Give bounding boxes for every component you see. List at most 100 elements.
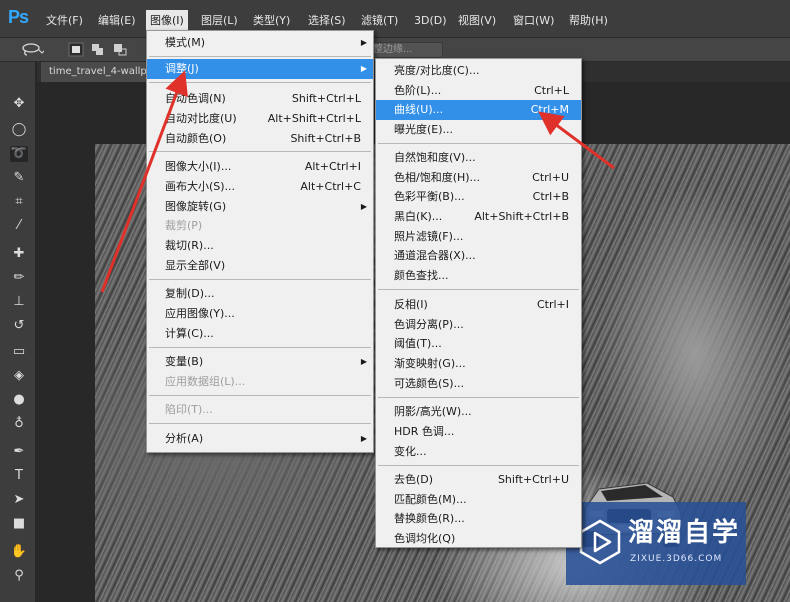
brush-tool-icon[interactable]: ✏ [10,270,28,286]
menu-divider [149,151,371,152]
lasso-tool-icon[interactable]: ➰ [10,146,28,162]
menu-help[interactable]: 帮助(H) [569,12,608,30]
adjust-hdr-toning[interactable]: HDR 色调... [376,422,581,442]
menu-divider [149,279,371,280]
watermark: 溜溜自学 ZIXUE.3D66.COM [566,502,746,585]
image-menu-crop: 裁剪(P) [165,219,203,232]
menu-divider [149,56,371,57]
image-menu-adjustments[interactable]: 调整(J) ▶ [147,59,373,79]
menu-view[interactable]: 视图(V) [458,12,496,30]
image-menu-image-size[interactable]: 图像大小(I)... Alt+Ctrl+I [147,157,373,177]
toolbox: ✥ ◯ ➰ ✎ ⌗ ⁄ ✚ ✏ ⊥ ↺ ▭ ◈ ● ♁ ✒ T ➤ ■ ✋ ⚲ [0,62,36,602]
adjust-selective-color[interactable]: 可选颜色(S)... [376,374,581,394]
adjust-posterize[interactable]: 色调分离(P)... [376,315,581,335]
eraser-tool-icon[interactable]: ▭ [10,344,28,360]
path-select-tool-icon[interactable]: ➤ [10,492,28,508]
image-menu-dropdown: 模式(M) ▶ 调整(J) ▶ 自动色调(N) Shift+Ctrl+L 自动对比度(… [146,30,374,453]
paint-bucket-tool-icon[interactable]: ◈ [10,368,28,384]
healing-brush-tool-icon[interactable]: ✚ [10,246,28,262]
adjust-color-balance[interactable]: 色彩平衡(B)... Ctrl+B [376,187,581,207]
hand-tool-icon[interactable]: ✋ [10,544,28,560]
new-selection-icon[interactable] [68,42,84,57]
blur-tool-icon[interactable]: ● [10,392,28,408]
lasso-icon[interactable] [20,42,44,57]
adjust-shadows-highlights[interactable]: 阴影/高光(W)... [376,402,581,422]
image-menu-auto-contrast[interactable]: 自动对比度(U) Alt+Shift+Ctrl+L [147,109,373,129]
play-logo-icon [579,519,621,565]
image-menu-auto-tone[interactable]: 自动色调(N) Shift+Ctrl+L [147,89,373,109]
image-menu-apply-data-set: 应用数据组(L)... [165,375,246,388]
type-tool-icon[interactable]: T [10,468,28,484]
image-menu-auto-color[interactable]: 自动颜色(O) Shift+Ctrl+B [147,129,373,149]
adjust-channel-mixer[interactable]: 通道混合器(X)... [376,246,581,266]
image-menu-trap: 陷印(T)... [165,403,213,416]
subtract-selection-icon[interactable] [112,42,128,57]
photoshop-logo: Ps [8,7,29,27]
add-selection-icon[interactable] [90,42,106,57]
document-tab[interactable]: time_travel_4-wallp [41,62,159,82]
eyedropper-tool-icon[interactable]: ⁄ [10,218,28,234]
adjust-equalize[interactable]: 色调均化(Q) [376,529,581,549]
adjust-brightness-contrast[interactable]: 亮度/对比度(C)... [376,61,581,81]
image-menu-canvas-size[interactable]: 画布大小(S)... Alt+Ctrl+C [147,177,373,197]
image-menu-mode[interactable]: 模式(M) ▶ [147,33,373,53]
image-menu-duplicate[interactable]: 复制(D)... [147,284,373,304]
watermark-title: 溜溜自学 [628,518,741,548]
menu-select[interactable]: 选择(S) [308,12,346,30]
menu-file[interactable]: 文件(F) [46,12,83,30]
adjust-gradient-map[interactable]: 渐变映射(G)... [376,354,581,374]
menu-edit[interactable]: 编辑(E) [98,12,136,30]
history-brush-tool-icon[interactable]: ↺ [10,318,28,334]
move-tool-icon[interactable]: ✥ [10,96,28,112]
submenu-arrow-icon: ▶ [360,357,367,366]
submenu-arrow-icon: ▶ [360,38,367,47]
adjust-hue-saturation[interactable]: 色相/饱和度(H)... Ctrl+U [376,168,581,188]
submenu-arrow-icon: ▶ [360,64,367,73]
adjust-photo-filter[interactable]: 照片滤镜(F)... [376,227,581,247]
adjust-black-white[interactable]: 黑白(K)... Alt+Shift+Ctrl+B [376,207,581,227]
image-menu-variables[interactable]: 变量(B) ▶ [147,352,373,372]
image-menu-trim[interactable]: 裁切(R)... [147,236,373,256]
image-menu-analysis[interactable]: 分析(A) ▶ [147,429,373,449]
image-menu-reveal-all[interactable]: 显示全部(V) [147,256,373,276]
adjust-desaturate[interactable]: 去色(D) Shift+Ctrl+U [376,470,581,490]
quick-select-tool-icon[interactable]: ✎ [10,170,28,186]
adjust-exposure[interactable]: 曝光度(E)... [376,120,581,140]
clone-stamp-tool-icon[interactable]: ⊥ [10,294,28,310]
adjustments-submenu: 亮度/对比度(C)... 色阶(L)... Ctrl+L 曲线(U)... Ctrl… [375,58,582,548]
menu-divider [378,289,579,290]
submenu-arrow-icon: ▶ [360,202,367,211]
adjust-variations[interactable]: 变化... [376,442,581,462]
image-menu-calculations[interactable]: 计算(C)... [147,324,373,344]
menu-divider [378,397,579,398]
pen-tool-icon[interactable]: ✒ [10,444,28,460]
adjust-color-lookup[interactable]: 颜色查找... [376,266,581,286]
menu-window[interactable]: 窗口(W) [513,12,554,30]
submenu-arrow-icon: ▶ [360,434,367,443]
image-menu-image-rotation[interactable]: 图像旋转(G) ▶ [147,197,373,217]
menu-type[interactable]: 类型(Y) [253,12,290,30]
zoom-tool-icon[interactable]: ⚲ [10,568,28,584]
watermark-url: ZIXUE.3D66.COM [630,554,723,564]
rectangle-tool-icon[interactable]: ■ [10,516,28,532]
menu-filter[interactable]: 滤镜(T) [361,12,398,30]
menu-divider [149,82,371,83]
menu-3d[interactable]: 3D(D) [414,12,447,30]
menu-divider [149,423,371,424]
adjust-match-color[interactable]: 匹配颜色(M)... [376,490,581,510]
menu-bar: Ps 文件(F) 编辑(E) 图像(I) 图层(L) 类型(Y) 选择(S) 滤… [0,0,790,38]
dodge-tool-icon[interactable]: ♁ [10,416,28,432]
marquee-tool-icon[interactable]: ◯ [10,122,28,138]
adjust-threshold[interactable]: 阈值(T)... [376,334,581,354]
adjust-replace-color[interactable]: 替换颜色(R)... [376,509,581,529]
menu-divider [378,143,579,144]
image-menu-apply-image[interactable]: 应用图像(Y)... [147,304,373,324]
adjust-invert[interactable]: 反相(I) Ctrl+I [376,295,581,315]
adjust-curves[interactable]: 曲线(U)... Ctrl+M [376,100,581,120]
crop-tool-icon[interactable]: ⌗ [10,194,28,210]
menu-image[interactable]: 图像(I) [146,10,188,32]
adjust-levels[interactable]: 色阶(L)... Ctrl+L [376,81,581,101]
menu-layer[interactable]: 图层(L) [201,12,238,30]
menu-divider [149,395,371,396]
adjust-vibrance[interactable]: 自然饱和度(V)... [376,148,581,168]
